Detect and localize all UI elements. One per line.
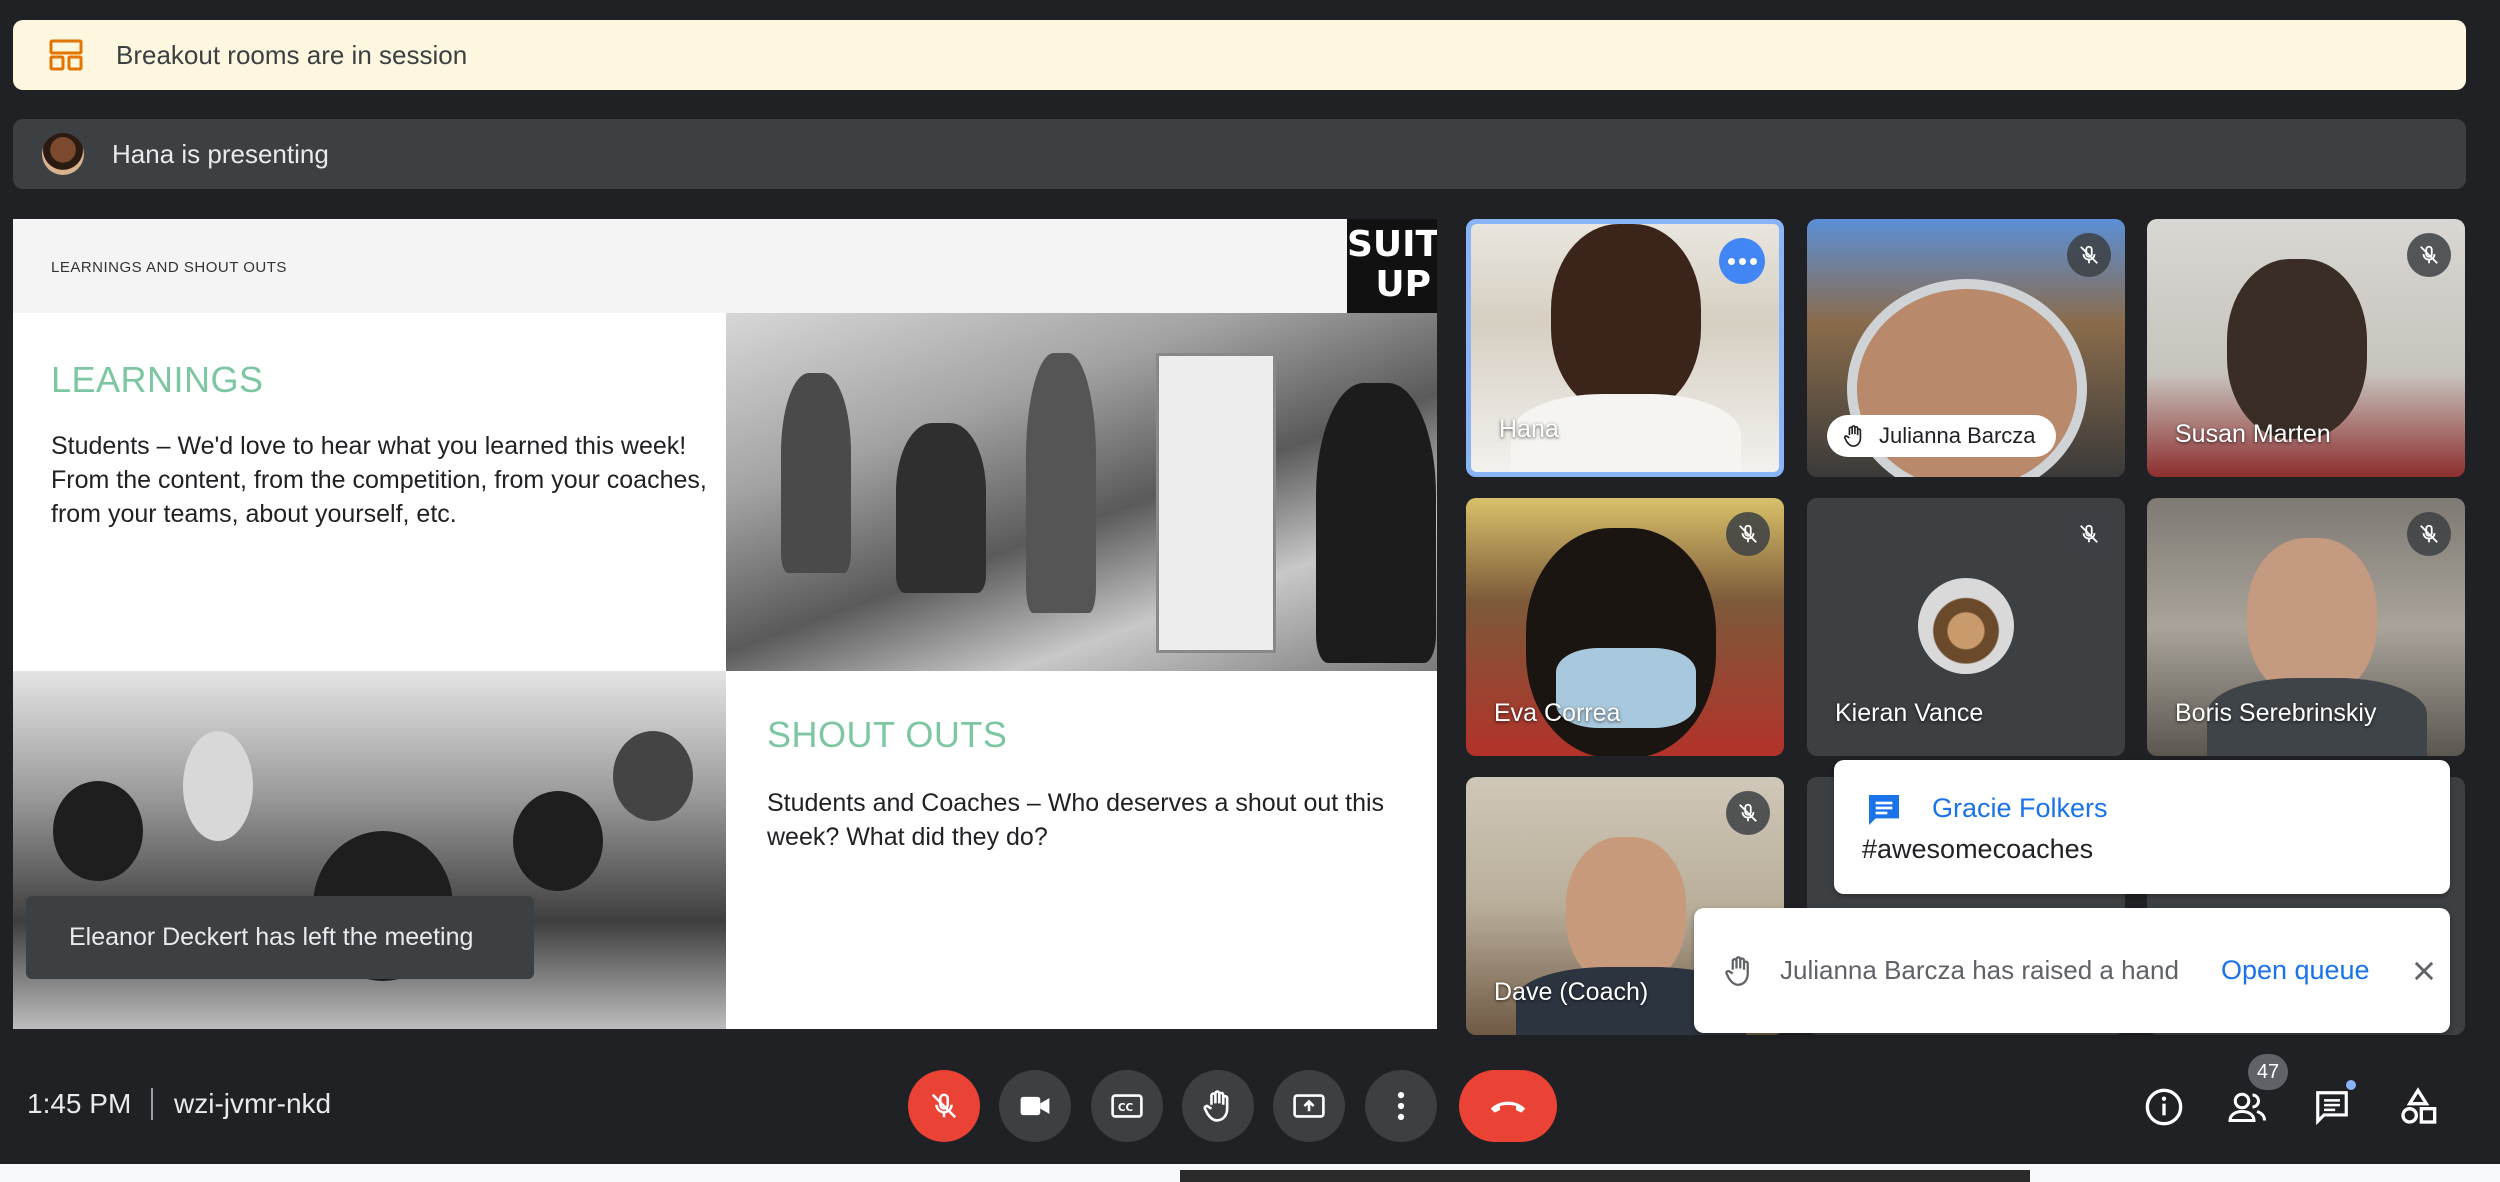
muted-mic-icon [2407,233,2451,277]
participant-name: Kieran Vance [1835,699,1984,727]
participant-tile-boris[interactable]: Boris Serebrinskiy [2147,498,2465,756]
chat-message: #awesomecoaches [1862,834,2094,864]
person-figure [896,423,986,593]
microphone-button[interactable] [908,1070,980,1142]
people-count-badge: 47 [2248,1054,2288,1090]
presenter-avatar [42,133,84,175]
vertical-dots-icon [1397,1091,1405,1121]
people-icon [2228,1092,2266,1122]
student-head [513,791,603,891]
present-screen-button[interactable] [1273,1070,1345,1142]
present-icon [1293,1094,1325,1118]
raised-hand [183,731,253,841]
muted-mic-icon [2407,512,2451,556]
meeting-details-button[interactable] [2140,1083,2188,1131]
hand-raised-toast: Julianna Barcza has raised a hand Open q… [1694,908,2450,1033]
presenting-banner-text: Hana is presenting [112,138,329,169]
more-options-button[interactable] [1365,1070,1437,1142]
participant-tile-susan[interactable]: Susan Marten [2147,219,2465,477]
breakout-rooms-icon [48,37,84,73]
person-figure [1316,383,1436,663]
participant-name: Eva Correa [1494,699,1621,727]
person-figure [781,373,851,573]
chat-icon [1864,790,1904,835]
people-button[interactable] [2224,1083,2272,1131]
participant-tile-eva[interactable]: Eva Correa [1466,498,1784,756]
left-meeting-toast: Eleanor Deckert has left the meeting [26,896,534,979]
meeting-time: 1:45 PM [27,1088,132,1119]
participant-name: Hana [1499,415,1559,443]
divider [151,1088,153,1120]
student-head [613,731,693,821]
muted-mic-icon [1726,791,1770,835]
participant-avatar [1918,578,2014,674]
presenting-banner[interactable]: Hana is presenting [13,119,2466,189]
chat-message-toast[interactable]: Gracie Folkers #awesomecoaches [1834,760,2450,894]
shoutouts-body: Students and Coaches – Who deserves a sh… [767,789,1385,851]
learnings-title: LEARNINGS [51,359,264,400]
hand-icon [1203,1090,1229,1122]
captions-button[interactable]: CC [1091,1070,1163,1142]
slide-header: LEARNINGS AND SHOUT OUTS [13,219,1437,313]
chat-icon [2316,1091,2348,1126]
window-bottom-edge [0,1164,2500,1182]
svg-text:CC: CC [1118,1102,1133,1114]
mic-off-icon [931,1093,957,1119]
raise-hand-button[interactable] [1182,1070,1254,1142]
closed-captions-icon: CC [1111,1094,1143,1118]
raised-hand-label: Julianna Barcza [1827,415,2056,457]
classroom-photo-top [726,313,1437,671]
hand-raised-message: Julianna Barcza has raised a hand [1780,955,2179,985]
breakout-banner-text: Breakout rooms are in session [116,39,468,70]
flipchart [1156,353,1276,653]
shoutouts-title: SHOUT OUTS [767,714,1008,755]
participant-name: Julianna Barcza [1879,423,2036,448]
unread-indicator [2344,1078,2358,1092]
muted-mic-icon [1726,512,1770,556]
participant-tile-hana[interactable]: Hana [1466,219,1784,477]
learnings-body: Students – We'd love to hear what you le… [51,432,707,528]
participant-tile-kieran[interactable]: Kieran Vance [1807,498,2125,756]
meeting-code[interactable]: wzi-jvmr-nkd [174,1088,331,1120]
participant-tile-julianna[interactable]: Julianna Barcza [1807,219,2125,477]
more-options-button[interactable] [1719,238,1765,284]
hang-up-icon [1490,1101,1526,1113]
activities-button[interactable] [2394,1083,2442,1131]
info-icon [2145,1088,2183,1126]
video-camera-icon [1020,1096,1050,1116]
camera-button[interactable] [999,1070,1071,1142]
student-head [53,781,143,881]
raised-hand-icon [1843,424,1865,448]
chat-sender: Gracie Folkers [1932,793,2108,823]
muted-mic-icon [2067,512,2111,556]
raised-hand-icon [1724,954,1754,988]
person-figure [1026,353,1096,613]
leave-call-button[interactable] [1459,1070,1557,1142]
close-icon[interactable] [2410,957,2438,985]
suit-up-logo: SUIT UP [1347,219,1437,313]
open-queue-button[interactable]: Open queue [2221,955,2370,986]
participant-name: Susan Marten [2175,420,2331,448]
participant-name: Dave (Coach) [1494,978,1649,1006]
muted-mic-icon [2067,233,2111,277]
activities-shapes-icon [2401,1087,2437,1124]
slide-header-label: LEARNINGS AND SHOUT OUTS [51,259,287,276]
participant-name: Boris Serebrinskiy [2175,699,2377,727]
breakout-banner: Breakout rooms are in session [13,20,2466,90]
